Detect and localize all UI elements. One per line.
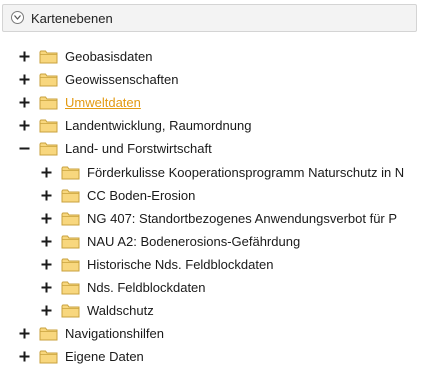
folder-icon <box>61 303 80 318</box>
layer-panel: Kartenebenen Geobasisdaten Geowissenschaf… <box>0 0 423 380</box>
expand-plus-icon[interactable] <box>40 258 53 271</box>
folder-icon <box>61 257 80 272</box>
tree-item-label[interactable]: Landentwicklung, Raumordnung <box>65 117 251 134</box>
expand-plus-icon[interactable] <box>40 212 53 225</box>
expand-plus-icon[interactable] <box>18 327 31 340</box>
tree-item-label[interactable]: NAU A2: Bodenerosions-Gefährdung <box>87 233 300 250</box>
folder-icon <box>61 211 80 226</box>
tree-item-label[interactable]: Geowissenschaften <box>65 71 178 88</box>
expand-plus-icon[interactable] <box>40 235 53 248</box>
folder-icon <box>61 280 80 295</box>
panel-header[interactable]: Kartenebenen <box>2 4 417 32</box>
tree-item-label[interactable]: Waldschutz <box>87 302 154 319</box>
chevron-down-icon[interactable] <box>11 11 24 24</box>
expand-plus-icon[interactable] <box>18 50 31 63</box>
folder-icon <box>39 326 58 341</box>
expand-plus-icon[interactable] <box>40 281 53 294</box>
tree-item-label[interactable]: Historische Nds. Feldblockdaten <box>87 256 273 273</box>
folder-icon <box>61 234 80 249</box>
tree-item-label[interactable]: Nds. Feldblockdaten <box>87 279 206 296</box>
folder-icon <box>39 95 58 110</box>
folder-icon <box>61 188 80 203</box>
tree-item-label[interactable]: NG 407: Standortbezogenes Anwendungsverb… <box>87 210 397 227</box>
tree-item-label[interactable]: Land- und Forstwirtschaft <box>65 140 212 157</box>
folder-icon <box>39 49 58 64</box>
tree-item-label[interactable]: Navigationshilfen <box>65 325 164 342</box>
expand-plus-icon[interactable] <box>18 73 31 86</box>
expand-plus-icon[interactable] <box>18 350 31 363</box>
expand-plus-icon[interactable] <box>18 119 31 132</box>
tree-item-label[interactable]: CC Boden-Erosion <box>87 187 195 204</box>
collapse-minus-icon[interactable] <box>18 142 31 155</box>
expand-plus-icon[interactable] <box>40 189 53 202</box>
tree-item-label[interactable]: Förderkulisse Kooperationsprogramm Natur… <box>87 164 404 181</box>
tree-item-label[interactable]: Umweltdaten <box>65 94 141 111</box>
expand-plus-icon[interactable] <box>18 96 31 109</box>
expand-plus-icon[interactable] <box>40 304 53 317</box>
folder-icon <box>61 165 80 180</box>
tree-item-label[interactable]: Geobasisdaten <box>65 48 152 65</box>
folder-icon <box>39 141 58 156</box>
panel-title: Kartenebenen <box>31 11 113 26</box>
folder-icon <box>39 349 58 364</box>
tree-item-label[interactable]: Eigene Daten <box>65 348 144 365</box>
folder-icon <box>39 118 58 133</box>
folder-icon <box>39 72 58 87</box>
expand-plus-icon[interactable] <box>40 166 53 179</box>
